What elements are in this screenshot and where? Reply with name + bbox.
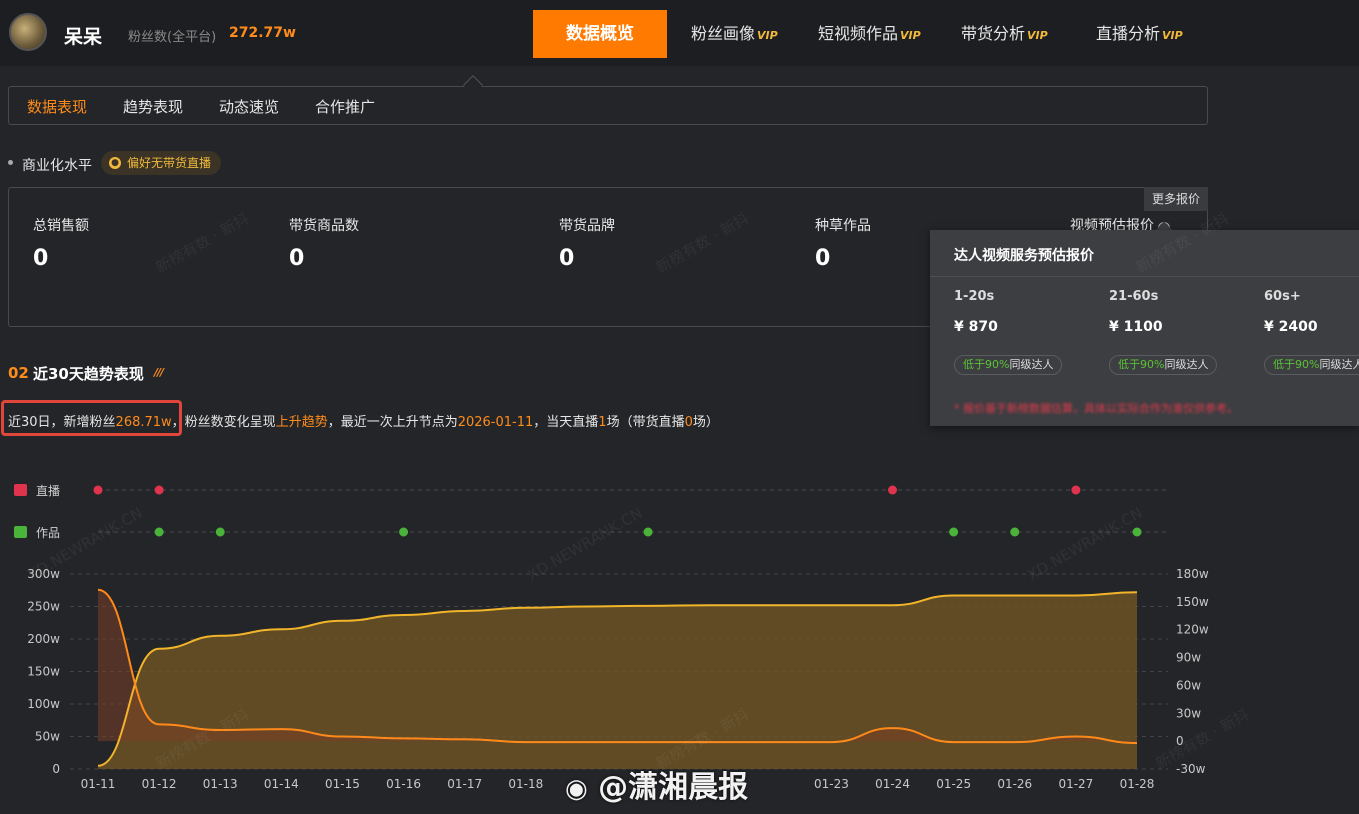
x-tick-label: 01-28 [1120,777,1155,791]
document-icon [14,526,27,538]
subtab-dynamics-overview[interactable]: 动态速览 [219,96,279,117]
y-right-tick-label: -30w [1176,762,1206,776]
stat-value-brands: 0 [559,246,575,271]
work-event-marker [643,527,653,537]
nav-tab-overview[interactable]: 数据概览 [533,10,667,58]
x-tick-label: 01-27 [1058,777,1093,791]
work-event-marker [1010,527,1020,537]
x-tick-label: 01-26 [997,777,1032,791]
live-icon: ● [109,157,121,169]
x-tick-label: 01-16 [386,777,421,791]
quote-price: ¥ 2400 [1264,319,1318,335]
top-bar: 呆呆 粉丝数(全平台) 272.77w 数据概览 粉丝画像 VIP 短视频作品 VI… [0,0,1359,66]
quote-duration: 1-20s [954,289,995,304]
stat-label-total-sales: 总销售额 [33,218,89,234]
commerce-title: 商业化水平 [22,158,92,174]
y-left-tick-label: 250w [27,600,60,614]
stat-value-total-sales: 0 [33,246,49,271]
stat-value-seeding-works: 0 [815,246,831,271]
live-event-marker [93,485,103,495]
nav-tab-sales-analysis[interactable]: 带货分析 VIP [961,10,1048,58]
x-tick-label: 01-25 [936,777,971,791]
vip-badge: VIP [900,29,921,42]
section-bullet [8,160,13,165]
x-tick-label: 01-11 [81,777,116,791]
y-right-tick-label: 90w [1176,651,1201,665]
vip-badge: VIP [757,29,778,42]
legend-label: 作品 [36,526,60,540]
y-right-tick-label: 180w [1176,567,1209,581]
section-decoration-icon: /// [154,366,164,379]
y-left-tick-label: 100w [27,697,60,711]
quote-price: ¥ 1100 [1109,319,1163,335]
x-tick-label: 01-18 [508,777,543,791]
live-event-marker [888,485,898,495]
subtab-trend-performance[interactable]: 趋势表现 [123,96,183,117]
x-tick-label: 01-17 [447,777,482,791]
work-event-marker [949,527,959,537]
y-right-tick-label: 120w [1176,623,1209,637]
popover-title: 达人视频服务预估报价 [954,248,1094,264]
y-right-tick-label: 60w [1176,678,1201,692]
work-event-marker [154,527,164,537]
section-title: 近30天趋势表现 [33,365,144,383]
nav-tab-short-videos[interactable]: 短视频作品 VIP [818,10,921,58]
section-number: 02 [8,364,29,382]
work-event-marker [215,527,225,537]
more-quote-button[interactable]: 更多报价 [1144,187,1208,211]
preference-badge: ● 偏好无带货直播 [101,151,222,175]
fans-label: 粉丝数(全平台) [128,30,217,45]
trend-summary: 近30日，新增粉丝268.71w，粉丝数变化呈现上升趋势，最近一次上升节点为20… [8,415,719,430]
stat-value-products: 0 [289,246,305,271]
work-event-marker [399,527,409,537]
live-icon [14,484,27,496]
y-right-tick-label: 150w [1176,595,1209,609]
live-event-marker [1071,485,1081,495]
y-left-tick-label: 200w [27,632,60,646]
popover-note: * 报价基于新榜数据估算，具体以实际合作为准仅供参考。 [954,402,1238,415]
avatar[interactable] [9,13,47,51]
x-tick-label: 01-15 [325,777,360,791]
legend-label: 直播 [36,484,60,498]
x-tick-label: 01-23 [814,777,849,791]
x-tick-label: 01-14 [264,777,299,791]
x-tick-label: 01-24 [875,777,910,791]
subtab-cooperation[interactable]: 合作推广 [315,96,375,117]
stat-label-products: 带货商品数 [289,218,359,234]
x-tick-label: 01-12 [142,777,177,791]
vip-badge: VIP [1027,29,1048,42]
quote-compare-tag: 低于90%同级达人 [1109,355,1218,375]
fans-value: 272.77w [229,25,296,41]
y-left-tick-label: 150w [27,665,60,679]
y-left-tick-label: 50w [35,730,60,744]
weibo-icon: ◉ [565,774,588,804]
vip-badge: VIP [1162,29,1183,42]
work-event-marker [1132,527,1142,537]
quote-price: ¥ 870 [954,319,998,335]
weibo-credit: ◉ @潇湘晨报 [565,770,749,805]
y-left-tick-label: 0 [52,762,60,776]
quote-compare-tag: 低于90%同级达人 [1264,355,1359,375]
quote-duration: 60s+ [1264,289,1301,304]
nav-tab-live-analysis[interactable]: 直播分析 VIP [1096,10,1183,58]
quote-duration: 21-60s [1109,289,1159,304]
quote-compare-tag: 低于90%同级达人 [954,355,1063,375]
subtab-data-performance[interactable]: 数据表现 [27,96,87,117]
sub-tabs: 数据表现 趋势表现 动态速览 合作推广 [8,86,1208,125]
nav-tab-fans-profile[interactable]: 粉丝画像 VIP [691,10,778,58]
stat-label-brands: 带货品牌 [559,218,615,234]
username: 呆呆 [64,26,103,48]
x-tick-label: 01-13 [203,777,238,791]
stat-label-seeding-works: 种草作品 [815,218,871,234]
y-right-tick-label: 30w [1176,706,1201,720]
live-event-marker [154,485,164,495]
